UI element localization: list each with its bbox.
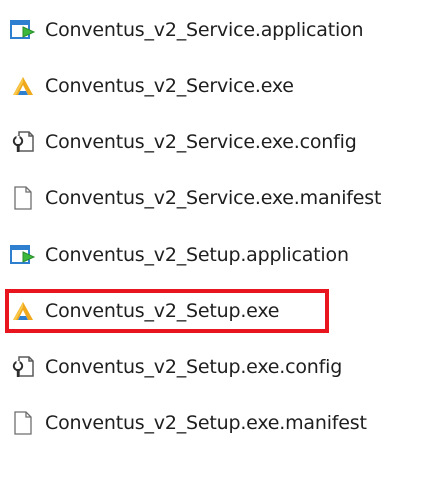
executable-icon bbox=[10, 298, 36, 324]
file-name: Conventus_v2_Setup.exe.manifest bbox=[45, 412, 367, 434]
file-name: Conventus_v2_Service.exe bbox=[45, 75, 294, 97]
file-name: Conventus_v2_Setup.application bbox=[45, 244, 349, 266]
file-item-setup-manifest[interactable]: Conventus_v2_Setup.exe.manifest bbox=[10, 403, 367, 443]
file-item-service-exe[interactable]: Conventus_v2_Service.exe bbox=[10, 66, 294, 106]
file-item-service-application[interactable]: Conventus_v2_Service.application bbox=[10, 10, 364, 50]
executable-icon bbox=[10, 73, 36, 99]
application-manifest-icon bbox=[10, 242, 36, 268]
file-name: Conventus_v2_Service.exe.config bbox=[45, 131, 357, 153]
file-item-setup-application[interactable]: Conventus_v2_Setup.application bbox=[10, 235, 349, 275]
file-item-service-config[interactable]: Conventus_v2_Service.exe.config bbox=[10, 122, 357, 162]
file-item-setup-exe[interactable]: Conventus_v2_Setup.exe bbox=[10, 291, 279, 331]
file-name: Conventus_v2_Service.exe.manifest bbox=[45, 187, 382, 209]
blank-file-icon bbox=[10, 410, 36, 436]
file-item-service-manifest[interactable]: Conventus_v2_Service.exe.manifest bbox=[10, 178, 381, 218]
file-list: Conventus_v2_Service.application Convent… bbox=[0, 0, 431, 477]
file-name: Conventus_v2_Setup.exe.config bbox=[45, 356, 343, 378]
file-name: Conventus_v2_Setup.exe bbox=[45, 300, 280, 322]
config-file-icon bbox=[10, 354, 36, 380]
blank-file-icon bbox=[10, 185, 36, 211]
application-manifest-icon bbox=[10, 17, 36, 43]
config-file-icon bbox=[10, 129, 36, 155]
file-name: Conventus_v2_Service.application bbox=[45, 19, 364, 41]
file-item-setup-config[interactable]: Conventus_v2_Setup.exe.config bbox=[10, 347, 342, 387]
